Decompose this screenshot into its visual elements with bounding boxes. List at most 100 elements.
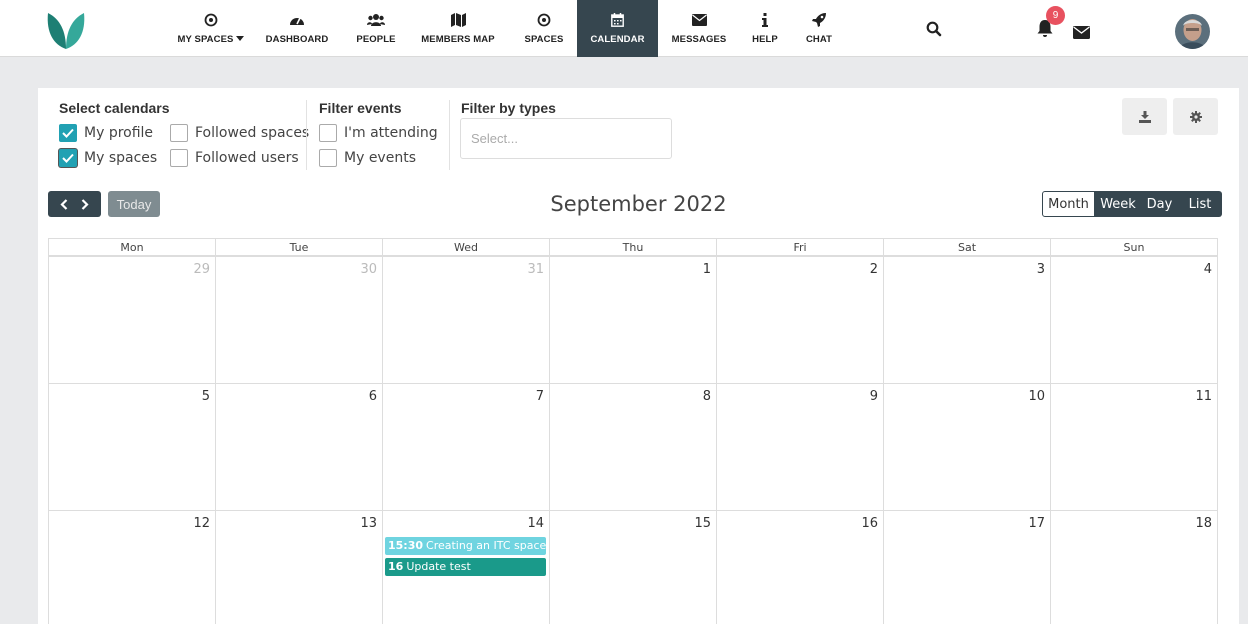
map-icon xyxy=(450,12,466,28)
nav-help[interactable]: HELP xyxy=(746,0,784,57)
tachometer-icon xyxy=(289,12,305,28)
day-cell[interactable]: 5 xyxy=(49,384,216,510)
checkbox-unchecked[interactable] xyxy=(319,149,337,167)
week-row: 29 30 31 1 2 3 4 xyxy=(49,257,1218,384)
checkbox-unchecked[interactable] xyxy=(170,149,188,167)
weekday-label: Mon xyxy=(49,239,216,255)
calendar-event[interactable]: 16 Update test xyxy=(385,558,546,576)
checkbox-checked[interactable] xyxy=(59,124,77,142)
day-cell[interactable]: 29 xyxy=(49,257,216,383)
checkbox-attending[interactable]: I'm attending xyxy=(319,124,438,142)
day-number[interactable]: 14 xyxy=(527,516,544,531)
nav-chat[interactable]: CHAT xyxy=(798,0,840,57)
day-number[interactable]: 3 xyxy=(1037,262,1045,277)
day-cell[interactable]: 4 xyxy=(1051,257,1218,383)
caret-down-icon xyxy=(236,36,245,41)
checkbox-checked[interactable] xyxy=(59,149,77,167)
day-cell[interactable]: 8 xyxy=(550,384,717,510)
day-number[interactable]: 5 xyxy=(202,389,210,404)
nav-calendar[interactable]: CALENDAR xyxy=(577,0,658,57)
day-cell[interactable]: 13 xyxy=(216,511,383,624)
day-number[interactable]: 30 xyxy=(360,262,377,277)
divider xyxy=(449,100,450,170)
filter-types-title: Filter by types xyxy=(461,100,556,116)
view-month-button[interactable]: Month xyxy=(1042,191,1095,217)
day-number[interactable]: 15 xyxy=(694,516,711,531)
view-list-button[interactable]: List xyxy=(1178,191,1222,217)
day-cell[interactable]: 12 xyxy=(49,511,216,624)
day-number[interactable]: 9 xyxy=(870,389,878,404)
calendar-event[interactable]: 15:30 Creating an ITC space o xyxy=(385,537,546,555)
top-navbar: MY SPACES DASHBOARD PEOPLE MEMBERS MAP S… xyxy=(0,0,1248,57)
dot-circle-icon xyxy=(537,12,551,28)
day-cell[interactable]: 3 xyxy=(884,257,1051,383)
day-number[interactable]: 10 xyxy=(1028,389,1045,404)
day-cell[interactable]: 6 xyxy=(216,384,383,510)
day-number[interactable]: 12 xyxy=(193,516,210,531)
day-number[interactable]: 11 xyxy=(1195,389,1212,404)
day-cell[interactable]: 11 xyxy=(1051,384,1218,510)
nav-label: MEMBERS MAP xyxy=(421,34,495,45)
day-number[interactable]: 1 xyxy=(703,262,711,277)
day-cell[interactable]: 1 xyxy=(550,257,717,383)
weekday-label: Sat xyxy=(884,239,1051,255)
day-number[interactable]: 13 xyxy=(360,516,377,531)
event-time: 15:30 xyxy=(388,539,424,552)
day-cell[interactable]: 2 xyxy=(717,257,884,383)
nav-people[interactable]: PEOPLE xyxy=(349,0,403,57)
types-select[interactable]: Select... xyxy=(460,118,672,159)
weekday-label: Sun xyxy=(1051,239,1218,255)
nav-messages[interactable]: MESSAGES xyxy=(664,0,734,57)
checkbox-label: My profile xyxy=(84,125,154,141)
day-cell[interactable]: 15 xyxy=(550,511,717,624)
nav-spaces[interactable]: SPACES xyxy=(516,0,572,57)
divider xyxy=(306,100,307,170)
day-number[interactable]: 31 xyxy=(527,262,544,277)
day-number[interactable]: 17 xyxy=(1028,516,1045,531)
checkbox-followed-spaces[interactable]: Followed spaces xyxy=(170,124,309,142)
info-icon xyxy=(761,12,769,28)
view-day-button[interactable]: Day xyxy=(1141,191,1178,217)
envelope-icon xyxy=(691,12,707,28)
nav-dashboard[interactable]: DASHBOARD xyxy=(258,0,336,57)
checkbox-my-events[interactable]: My events xyxy=(319,149,416,167)
day-cell[interactable]: 10 xyxy=(884,384,1051,510)
logo-icon[interactable] xyxy=(44,9,88,51)
day-cell[interactable]: 9 xyxy=(717,384,884,510)
day-cell[interactable]: 31 xyxy=(383,257,550,383)
notification-badge[interactable]: 9 xyxy=(1046,6,1065,25)
day-number[interactable]: 4 xyxy=(1204,262,1212,277)
checkbox-my-profile[interactable]: My profile xyxy=(59,124,153,142)
gear-icon xyxy=(1189,110,1202,123)
envelope-icon[interactable] xyxy=(1073,26,1090,39)
search-icon[interactable] xyxy=(926,21,942,37)
export-button[interactable] xyxy=(1122,98,1167,135)
day-number[interactable]: 6 xyxy=(369,389,377,404)
day-cell[interactable]: 18 xyxy=(1051,511,1218,624)
checkbox-label: My events xyxy=(344,150,416,166)
nav-my-spaces[interactable]: MY SPACES xyxy=(168,0,254,57)
day-number[interactable]: 29 xyxy=(193,262,210,277)
day-number[interactable]: 8 xyxy=(703,389,711,404)
checkbox-unchecked[interactable] xyxy=(170,124,188,142)
week-row: 12 13 14 15:30 Creating an ITC space o 16… xyxy=(49,511,1218,624)
day-cell[interactable]: 14 15:30 Creating an ITC space o 16 Update… xyxy=(383,511,550,624)
checkbox-my-spaces[interactable]: My spaces xyxy=(59,149,157,167)
day-cell[interactable]: 7 xyxy=(383,384,550,510)
checkbox-unchecked[interactable] xyxy=(319,124,337,142)
settings-button[interactable] xyxy=(1173,98,1218,135)
day-number[interactable]: 16 xyxy=(861,516,878,531)
day-cell[interactable]: 30 xyxy=(216,257,383,383)
day-number[interactable]: 18 xyxy=(1195,516,1212,531)
checkbox-label: My spaces xyxy=(84,150,158,166)
day-number[interactable]: 2 xyxy=(870,262,878,277)
weekday-label: Thu xyxy=(550,239,717,255)
event-time: 16 xyxy=(388,560,404,573)
day-cell[interactable]: 16 xyxy=(717,511,884,624)
nav-members-map[interactable]: MEMBERS MAP xyxy=(414,0,502,57)
checkbox-followed-users[interactable]: Followed users xyxy=(170,149,299,167)
day-number[interactable]: 7 xyxy=(536,389,544,404)
view-week-button[interactable]: Week xyxy=(1095,191,1141,217)
day-cell[interactable]: 17 xyxy=(884,511,1051,624)
avatar[interactable] xyxy=(1175,14,1210,49)
